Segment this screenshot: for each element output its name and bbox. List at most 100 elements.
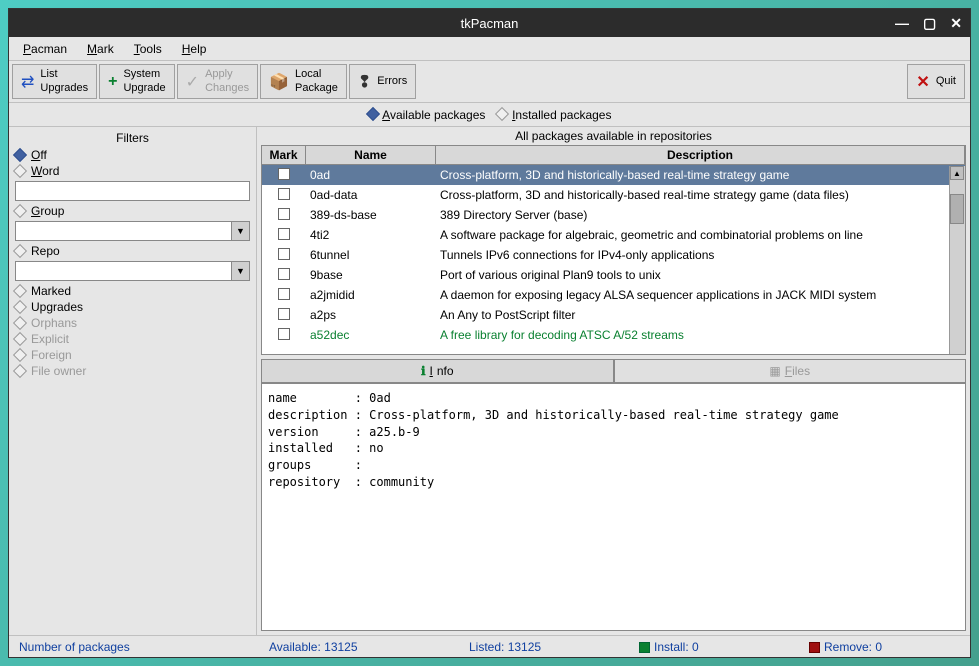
pkg-desc: A free library for decoding ATSC A/52 st… [436, 328, 965, 342]
col-mark[interactable]: Mark [262, 146, 306, 164]
mark-checkbox[interactable] [278, 228, 290, 240]
pkg-desc: Tunnels IPv6 connections for IPv4-only a… [436, 248, 965, 262]
tab-info[interactable]: ℹ Info [261, 359, 614, 383]
table-row[interactable]: 6tunnelTunnels IPv6 connections for IPv4… [262, 245, 965, 265]
pkg-name: 0ad [306, 168, 436, 182]
table-row[interactable]: 4ti2A software package for algebraic, ge… [262, 225, 965, 245]
scroll-thumb[interactable] [950, 194, 964, 224]
tool-label: Errors [377, 75, 407, 88]
pkg-desc: Cross-platform, 3D and historically-base… [436, 168, 965, 182]
quit-button[interactable]: ✕ Quit [907, 64, 965, 99]
pkg-desc: A daemon for exposing legacy ALSA sequen… [436, 288, 965, 302]
menu-tools[interactable]: Tools [126, 39, 170, 59]
table-row[interactable]: a52decA free library for decoding ATSC A… [262, 325, 965, 345]
word-input[interactable] [15, 181, 250, 201]
green-square-icon [639, 642, 650, 653]
main-title: All packages available in repositories [257, 127, 970, 145]
error-icon: ❢ [358, 72, 371, 92]
menu-pacman[interactable]: Pacman [15, 39, 75, 59]
pkg-name: a52dec [306, 328, 436, 342]
status-install: Install: 0 [639, 640, 809, 654]
toolbar: ⇄ ListUpgrades + SystemUpgrade ✓ ApplyCh… [9, 61, 970, 103]
filter-foreign: Foreign [15, 347, 250, 363]
available-packages-radio[interactable]: Available packages [368, 108, 486, 122]
filter-off[interactable]: Off [15, 147, 250, 163]
filter-marked[interactable]: Marked [15, 283, 250, 299]
close-button[interactable]: ✕ [950, 15, 962, 32]
filter-explicit: Explicit [15, 331, 250, 347]
files-icon: ▦ [769, 364, 780, 378]
pkg-name: 4ti2 [306, 228, 436, 242]
plus-icon: + [108, 73, 117, 91]
col-desc[interactable]: Description [436, 146, 965, 164]
pkg-name: 0ad-data [306, 188, 436, 202]
filter-repo[interactable]: Repo [15, 243, 250, 259]
red-square-icon [809, 642, 820, 653]
detail-tabs: ℹ Info ▦ Files [261, 359, 966, 383]
maximize-button[interactable]: ▢ [923, 15, 936, 32]
pkg-name: 389-ds-base [306, 208, 436, 222]
status-remove: Remove: 0 [809, 640, 882, 654]
titlebar: tkPacman — ▢ ✕ [9, 9, 970, 37]
pkg-desc: A software package for algebraic, geomet… [436, 228, 965, 242]
window-title: tkPacman [461, 16, 519, 31]
table-row[interactable]: 9basePort of various original Plan9 tool… [262, 265, 965, 285]
repo-select[interactable]: ▼ [15, 261, 250, 281]
local-package-button[interactable]: 📦 LocalPackage [260, 64, 347, 99]
installed-packages-radio[interactable]: Installed packages [497, 108, 612, 122]
info-panel[interactable]: name : 0ad description : Cross-platform,… [261, 383, 966, 631]
status-label: Number of packages [19, 640, 269, 654]
table-row[interactable]: a2jmididA daemon for exposing legacy ALS… [262, 285, 965, 305]
x-icon: ✕ [916, 72, 929, 92]
errors-button[interactable]: ❢ Errors [349, 64, 416, 99]
minimize-button[interactable]: — [895, 15, 909, 32]
statusbar: Number of packages Available: 13125 List… [9, 635, 970, 657]
pkg-desc: Port of various original Plan9 tools to … [436, 268, 965, 282]
mark-checkbox[interactable] [278, 288, 290, 300]
scroll-up-icon[interactable]: ▲ [950, 166, 964, 180]
tool-label: ApplyChanges [205, 68, 249, 94]
apply-changes-button[interactable]: ✓ ApplyChanges [177, 64, 258, 99]
table-row[interactable]: 389-ds-base389 Directory Server (base) [262, 205, 965, 225]
main-panel: All packages available in repositories M… [257, 127, 970, 635]
filter-group[interactable]: Group [15, 203, 250, 219]
mark-checkbox[interactable] [278, 248, 290, 260]
info-icon: ℹ [421, 364, 426, 378]
menu-mark[interactable]: Mark [79, 39, 122, 59]
filter-word[interactable]: Word [15, 163, 250, 179]
tab-files[interactable]: ▦ Files [614, 359, 967, 383]
tool-label: SystemUpgrade [123, 68, 165, 94]
table-scrollbar[interactable]: ▲ [949, 166, 965, 354]
table-row[interactable]: 0ad-dataCross-platform, 3D and historica… [262, 185, 965, 205]
mark-checkbox[interactable] [278, 268, 290, 280]
list-upgrades-button[interactable]: ⇄ ListUpgrades [12, 64, 97, 99]
menu-help[interactable]: Help [174, 39, 215, 59]
table-row[interactable]: 0adCross-platform, 3D and historically-b… [262, 165, 965, 185]
pkg-name: a2jmidid [306, 288, 436, 302]
mark-checkbox[interactable] [278, 168, 290, 180]
viewbar: Available packages Installed packages [9, 103, 970, 127]
chevron-down-icon: ▼ [231, 262, 249, 280]
tool-label: LocalPackage [295, 68, 338, 94]
filter-file-owner: File owner [15, 363, 250, 379]
mark-checkbox[interactable] [278, 188, 290, 200]
chevron-down-icon: ▼ [231, 222, 249, 240]
filters-sidebar: Filters Off Word Group ▼ Repo ▼ Marked U… [9, 127, 257, 635]
col-name[interactable]: Name [306, 146, 436, 164]
tool-label: ListUpgrades [40, 68, 88, 94]
pkg-desc: 389 Directory Server (base) [436, 208, 965, 222]
package-table: Mark Name Description 0adCross-platform,… [261, 145, 966, 355]
mark-checkbox[interactable] [278, 308, 290, 320]
filter-upgrades[interactable]: Upgrades [15, 299, 250, 315]
mark-checkbox[interactable] [278, 208, 290, 220]
menubar: Pacman Mark Tools Help [9, 37, 970, 61]
table-header: Mark Name Description [262, 146, 965, 165]
pkg-name: a2ps [306, 308, 436, 322]
table-row[interactable]: a2psAn Any to PostScript filter [262, 305, 965, 325]
system-upgrade-button[interactable]: + SystemUpgrade [99, 64, 175, 99]
swap-icon: ⇄ [21, 72, 34, 92]
group-select[interactable]: ▼ [15, 221, 250, 241]
mark-checkbox[interactable] [278, 328, 290, 340]
filters-title: Filters [15, 129, 250, 147]
pkg-name: 6tunnel [306, 248, 436, 262]
